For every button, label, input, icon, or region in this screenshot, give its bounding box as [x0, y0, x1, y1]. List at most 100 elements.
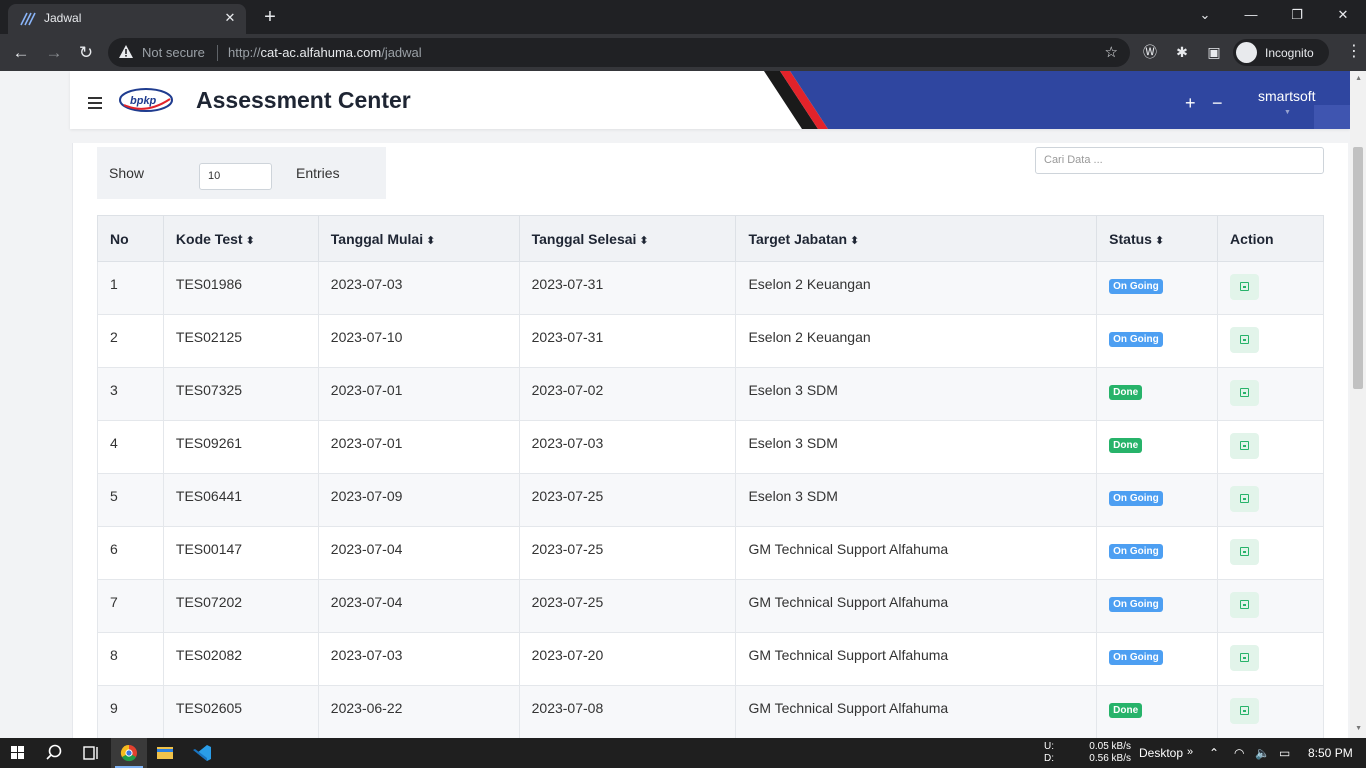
app-header: bpkp Assessment Center + − smartsoft ▼ [70, 71, 1350, 129]
action-button[interactable] [1230, 539, 1260, 565]
browser-tab[interactable]: Jadwal ✕ [8, 4, 246, 34]
user-dropdown-icon[interactable]: ▼ [1284, 109, 1291, 116]
cell-kode-test: TES01986 [162, 261, 319, 315]
page-length-input[interactable]: 10 [199, 163, 272, 190]
cell-tanggal-mulai: 2023-07-01 [317, 420, 520, 474]
net-down-label: D: [1044, 753, 1054, 764]
column-label: Tanggal Selesai [531, 230, 637, 247]
cell-status: Done [1096, 685, 1219, 738]
zoom-in-button[interactable]: + [1185, 93, 1196, 114]
restore-button[interactable]: ❐ [1274, 0, 1320, 30]
action-button[interactable] [1230, 433, 1260, 459]
cell-action [1217, 261, 1324, 315]
scrollbar-thumb[interactable] [1353, 147, 1363, 389]
reload-button[interactable]: ↻ [73, 40, 99, 66]
forward-button[interactable]: → [41, 40, 67, 66]
url-host: cat-ac.alfahuma.com [260, 45, 382, 60]
action-button[interactable] [1230, 274, 1260, 300]
vscode-taskbar-button[interactable] [184, 738, 220, 768]
new-tab-button[interactable]: + [258, 6, 282, 28]
action-button[interactable] [1230, 645, 1260, 671]
url-text[interactable]: http://cat-ac.alfahuma.com/jadwal [228, 45, 422, 60]
table-row: 4 TES09261 2023-07-01 2023-07-03 Eselon 3 SD… [97, 420, 1324, 474]
cell-status: On Going [1096, 526, 1219, 580]
column-header-tanggal-mulai[interactable]: Tanggal Mulai ⬍ [317, 215, 520, 262]
desktop-toolbar[interactable]: Desktop [1139, 746, 1183, 760]
scroll-up-icon[interactable]: ▲ [1355, 75, 1362, 82]
schedule-table: No Kode Test ⬍ Tanggal Mulai ⬍ Tanggal Sel… [97, 215, 1324, 738]
not-secure-label[interactable]: Not secure [142, 45, 205, 60]
tab-search-icon[interactable]: ⌄ [1182, 0, 1228, 30]
column-header-kode-test[interactable]: Kode Test ⬍ [162, 215, 319, 262]
action-button[interactable] [1230, 592, 1260, 618]
minimize-button[interactable]: — [1228, 0, 1274, 30]
hamburger-menu-icon[interactable] [88, 97, 102, 109]
page-length-control: Show 10 Entries [97, 147, 386, 199]
status-badge: On Going [1109, 332, 1163, 347]
calendar-icon [1240, 600, 1250, 609]
user-avatar[interactable] [1314, 105, 1350, 129]
cell-status: Done [1096, 420, 1219, 474]
tray-overflow-icon[interactable]: ⌃ [1209, 746, 1219, 760]
sort-icon[interactable]: ⬍ [426, 235, 435, 247]
cell-action [1217, 685, 1324, 738]
page-viewport: bpkp Assessment Center + − smartsoft ▼ S… [0, 71, 1366, 738]
address-bar[interactable]: Not secure http://cat-ac.alfahuma.com/ja… [108, 38, 1130, 67]
calendar-icon [1240, 441, 1250, 450]
action-button[interactable] [1230, 380, 1260, 406]
scroll-down-icon[interactable]: ▼ [1355, 725, 1362, 732]
column-header-status[interactable]: Status ⬍ [1096, 215, 1219, 262]
page-title: Assessment Center [196, 87, 411, 113]
cell-tanggal-mulai: 2023-07-04 [317, 579, 520, 633]
cell-status: On Going [1096, 473, 1219, 527]
calendar-icon [1240, 547, 1250, 556]
extension-w-icon[interactable]: Ⓦ [1140, 42, 1160, 62]
browser-menu-icon[interactable]: ⋮ [1346, 42, 1362, 62]
incognito-profile-button[interactable]: Incognito [1233, 39, 1329, 66]
vscode-icon [193, 745, 211, 761]
warning-icon[interactable] [118, 44, 134, 60]
action-button[interactable] [1230, 486, 1260, 512]
action-button[interactable] [1230, 698, 1260, 724]
extensions-puzzle-icon[interactable]: ✱ [1172, 42, 1192, 62]
page-scrollbar[interactable]: ▲ ▼ [1350, 71, 1366, 738]
table-row: 3 TES07325 2023-07-01 2023-07-02 Eselon 3 SD… [97, 367, 1324, 421]
volume-icon[interactable]: 🔈 [1255, 746, 1270, 760]
user-menu[interactable]: smartsoft [1258, 88, 1316, 104]
search-taskbar-button[interactable] [36, 738, 72, 768]
logo-text: bpkp [130, 95, 157, 107]
side-panel-icon[interactable]: ▣ [1204, 42, 1224, 62]
chrome-taskbar-button[interactable] [111, 738, 147, 768]
action-button[interactable] [1230, 327, 1260, 353]
omnibox-divider [217, 45, 218, 61]
close-window-button[interactable]: ✕ [1320, 0, 1366, 30]
zoom-out-button[interactable]: − [1212, 93, 1223, 114]
cell-kode-test: TES09261 [162, 420, 319, 474]
table-row: 1 TES01986 2023-07-03 2023-07-31 Eselon 2 Ke… [97, 261, 1324, 315]
bookmark-star-icon[interactable]: ☆ [1105, 43, 1118, 61]
wifi-icon[interactable]: ◠ [1234, 746, 1244, 760]
start-button[interactable] [0, 738, 36, 768]
column-header-target-jabatan[interactable]: Target Jabatan ⬍ [735, 215, 1098, 262]
search-input[interactable]: Cari Data ... [1035, 147, 1324, 174]
cell-no: 9 [97, 685, 164, 738]
toolbar-expand-icon[interactable]: » [1187, 746, 1193, 758]
cell-tanggal-mulai: 2023-07-09 [317, 473, 520, 527]
cell-no: 3 [97, 367, 164, 421]
column-label: Kode Test [175, 230, 243, 247]
task-view-button[interactable] [72, 738, 108, 768]
sort-icon[interactable]: ⬍ [639, 235, 648, 247]
sort-icon[interactable]: ⬍ [850, 235, 859, 247]
battery-icon[interactable]: ▭ [1279, 746, 1290, 760]
tab-close-icon[interactable]: ✕ [222, 10, 238, 26]
file-explorer-button[interactable] [147, 738, 183, 768]
status-badge: Done [1109, 385, 1143, 400]
sort-icon[interactable]: ⬍ [246, 235, 255, 247]
column-header-tanggal-selesai[interactable]: Tanggal Selesai ⬍ [518, 215, 737, 262]
cell-tanggal-mulai: 2023-06-22 [317, 685, 520, 738]
taskbar-clock[interactable]: 8:50 PM [1308, 746, 1353, 760]
back-button[interactable]: ← [8, 40, 34, 66]
cell-kode-test: TES06441 [162, 473, 319, 527]
cell-target-jabatan: Eselon 3 SDM [735, 367, 1098, 421]
sort-icon[interactable]: ⬍ [1155, 235, 1164, 247]
